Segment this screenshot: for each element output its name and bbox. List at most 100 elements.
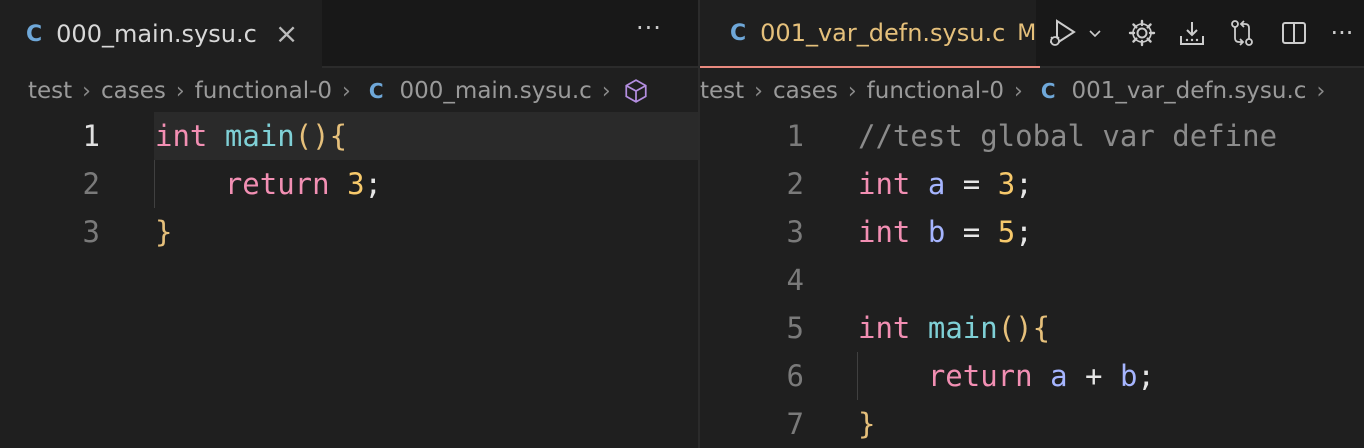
code-text: }	[155, 208, 172, 256]
line-number: 7	[786, 407, 804, 441]
code-token: ()	[294, 119, 330, 153]
code-line[interactable]: 3}	[0, 208, 698, 256]
breadcrumb-item[interactable]: cases	[773, 78, 838, 104]
code-token: 3	[347, 167, 365, 201]
symbol-cube-icon[interactable]	[623, 78, 649, 104]
compare-changes-icon[interactable]	[1220, 11, 1264, 55]
code-token: b	[927, 215, 946, 249]
left-editor-pane: C 000_main.sysu.c × ··· test › cases › f…	[0, 0, 698, 448]
chevron-right-icon: ›	[1316, 78, 1326, 104]
tab-label: 000_main.sysu.c	[56, 20, 257, 48]
chevron-right-icon: ›	[82, 78, 91, 104]
code-text: int b = 5;	[858, 208, 1033, 256]
code-token: }	[858, 407, 876, 441]
right-code-editor[interactable]: 1 //test global var define 2 int a = 3; 3 int…	[700, 112, 1364, 448]
code-token: int	[858, 215, 911, 249]
chevron-right-icon: ›	[1014, 78, 1023, 104]
code-token: int	[858, 167, 911, 201]
code-text: int main(){	[858, 304, 1050, 352]
line-number: 6	[786, 359, 804, 393]
code-token: ;	[1137, 359, 1155, 393]
chevron-right-icon: ›	[342, 78, 351, 104]
code-token: b	[1119, 359, 1138, 393]
chevron-right-icon: ›	[601, 78, 611, 104]
chevron-right-icon: ›	[847, 78, 857, 104]
code-token: 5	[997, 215, 1016, 249]
breadcrumb-item[interactable]: 001_var_defn.sysu.c	[1072, 78, 1307, 104]
breadcrumb-item[interactable]: cases	[101, 78, 166, 104]
tab-001-var-defn[interactable]: C 001_var_defn.sysu.c M	[700, 0, 1040, 68]
code-line[interactable]: 3 int b = 5;	[700, 208, 1364, 256]
more-actions-icon[interactable]: ···	[636, 14, 662, 42]
more-actions-icon[interactable]: ···	[1320, 11, 1364, 55]
line-number: 4	[786, 263, 804, 297]
code-token: {	[1032, 311, 1051, 345]
code-line[interactable]: 4	[700, 256, 1364, 304]
tab-000-main[interactable]: C 000_main.sysu.c ×	[0, 0, 322, 68]
code-token: return	[224, 167, 330, 201]
code-token: return	[927, 359, 1033, 393]
breadcrumb-item[interactable]: test	[700, 78, 744, 104]
download-icon[interactable]	[1170, 11, 1214, 55]
code-line[interactable]: 5 int main(){	[700, 304, 1364, 352]
run-debug-icon[interactable]	[1040, 11, 1084, 55]
code-line[interactable]: 1 int main(){	[0, 112, 698, 160]
code-token: a	[927, 167, 946, 201]
code-token: a	[1050, 359, 1068, 393]
code-text: return 3;	[155, 160, 382, 208]
breadcrumb-item[interactable]: functional-0	[867, 78, 1004, 104]
code-token: +	[1067, 359, 1120, 393]
split-editor-icon[interactable]	[1272, 11, 1316, 55]
code-line[interactable]: 2 int a = 3;	[700, 160, 1364, 208]
code-token: ;	[1015, 215, 1033, 249]
code-token: //test global var define	[858, 119, 1278, 153]
line-number: 3	[82, 215, 100, 249]
breadcrumb-item[interactable]: test	[28, 78, 72, 104]
breadcrumb: test › cases › functional-0 › C 001_var_…	[700, 72, 1364, 110]
chevron-down-icon[interactable]	[1084, 11, 1106, 55]
code-token: =	[945, 167, 998, 201]
line-number: 3	[786, 215, 804, 249]
code-text: int a = 3;	[858, 160, 1033, 208]
code-token: }	[155, 215, 173, 249]
code-token: int	[858, 311, 911, 345]
modified-badge: M	[1017, 20, 1037, 46]
code-token: ;	[1015, 167, 1033, 201]
right-editor-pane: C 001_var_defn.sysu.c M ··· test › cases…	[700, 0, 1364, 448]
breadcrumb-item[interactable]: functional-0	[195, 78, 332, 104]
code-line[interactable]: 6 return a + b;	[700, 352, 1364, 400]
code-token: {	[329, 119, 348, 153]
close-tab-icon[interactable]: ×	[275, 20, 298, 48]
code-token: ()	[997, 311, 1033, 345]
line-number: 5	[786, 311, 804, 345]
code-token: =	[945, 215, 998, 249]
code-token: ;	[364, 167, 383, 201]
line-number: 1	[786, 119, 804, 153]
c-file-icon: C	[26, 21, 43, 47]
code-line[interactable]: 2 return 3;	[0, 160, 698, 208]
code-text: int main(){	[155, 112, 347, 160]
code-token: int	[155, 119, 208, 153]
c-file-icon: C	[730, 20, 747, 46]
code-text: }	[858, 400, 875, 448]
code-text: //test global var define	[858, 112, 1277, 160]
line-number: 1	[82, 119, 100, 153]
code-line[interactable]: 7}	[700, 400, 1364, 448]
chevron-right-icon: ›	[175, 78, 185, 104]
left-code-editor[interactable]: 1 int main(){2 return 3; 3}	[0, 112, 698, 448]
c-file-icon: C	[368, 79, 384, 103]
breadcrumb: test › cases › functional-0 › C 000_main…	[0, 72, 698, 110]
line-number: 2	[786, 167, 804, 201]
gear-icon[interactable]	[1120, 11, 1164, 55]
code-line[interactable]: 1 //test global var define	[700, 112, 1364, 160]
breadcrumb-item[interactable]: 000_main.sysu.c	[400, 78, 592, 104]
line-number: 2	[82, 167, 100, 201]
